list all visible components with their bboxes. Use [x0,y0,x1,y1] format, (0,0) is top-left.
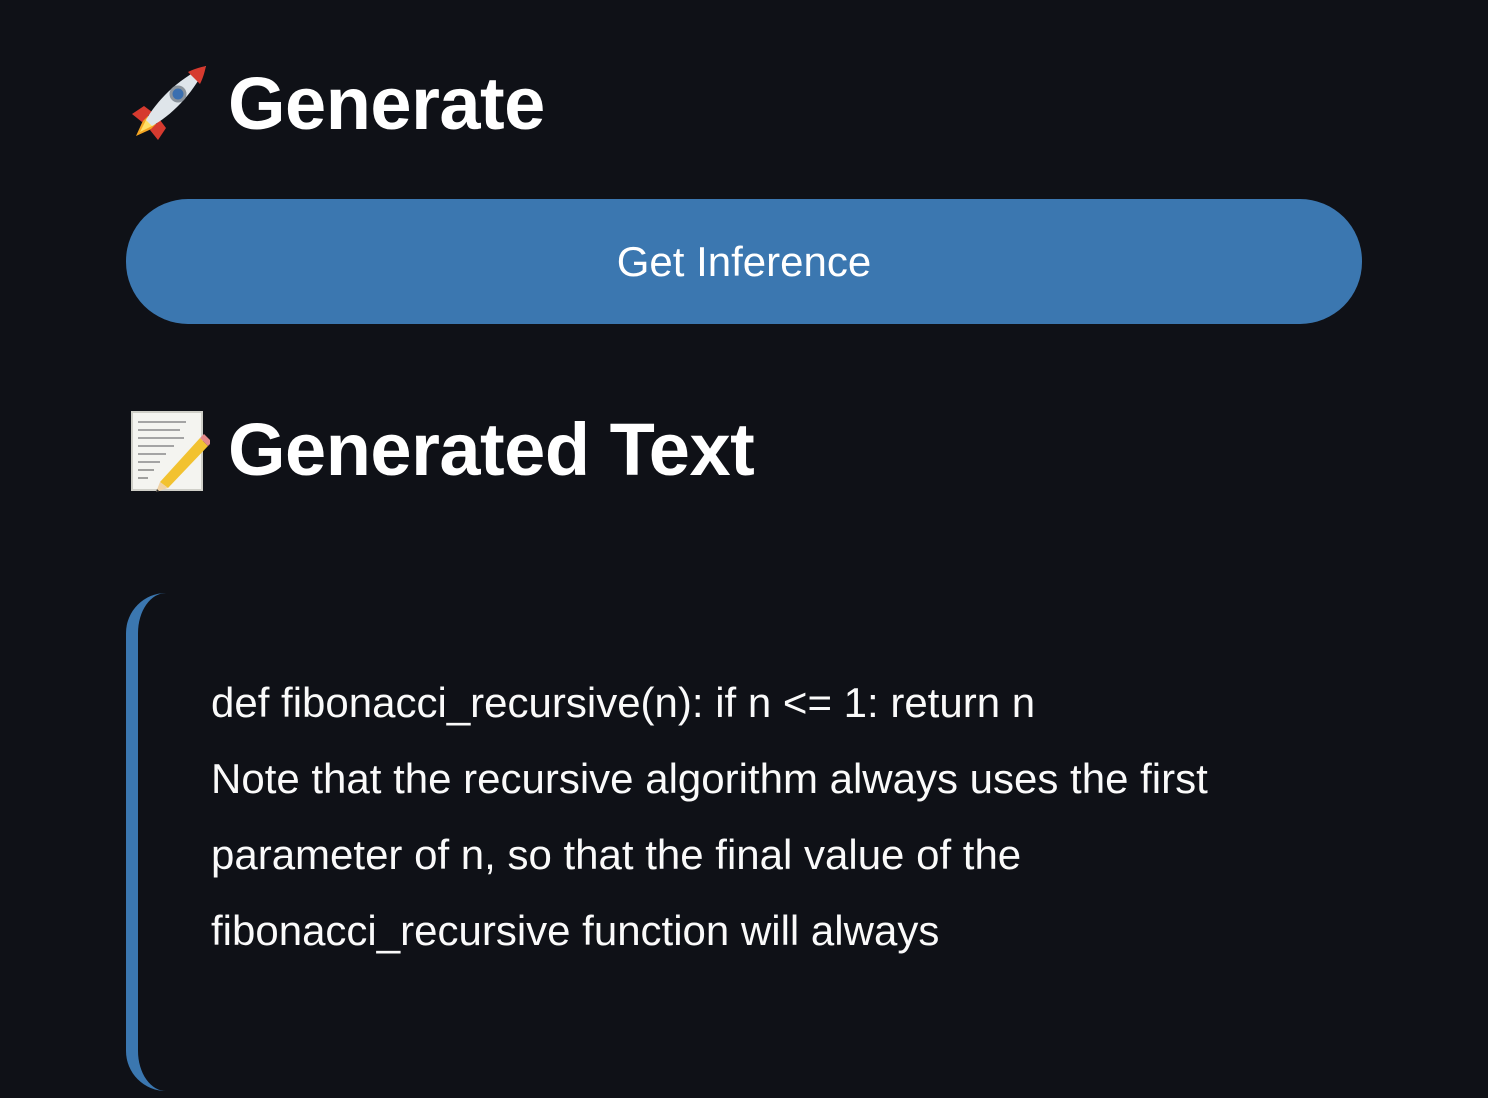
memo-icon [126,408,210,492]
generated-text-title: Generated Text [228,408,755,491]
generated-text-heading: Generated Text [126,408,755,492]
generated-text-blockquote: def fibonacci_recursive(n): if n <= 1: r… [126,593,1362,1091]
generate-heading: Generate [126,62,545,146]
generated-text-line: def fibonacci_recursive(n): if n <= 1: r… [211,679,1036,726]
generate-title: Generate [228,62,545,145]
generated-text-content: def fibonacci_recursive(n): if n <= 1: r… [211,665,1331,969]
rocket-icon [126,62,210,146]
get-inference-button[interactable]: Get Inference [126,199,1362,324]
generated-text-line: parameter of n, so that the final value … [211,831,1022,878]
app-page: Generate Get Inference Generated Text de… [0,0,1488,1098]
generated-text-line: Note that the recursive algorithm always… [211,755,1208,802]
generated-text-line: fibonacci_recursive function will always [211,907,940,954]
